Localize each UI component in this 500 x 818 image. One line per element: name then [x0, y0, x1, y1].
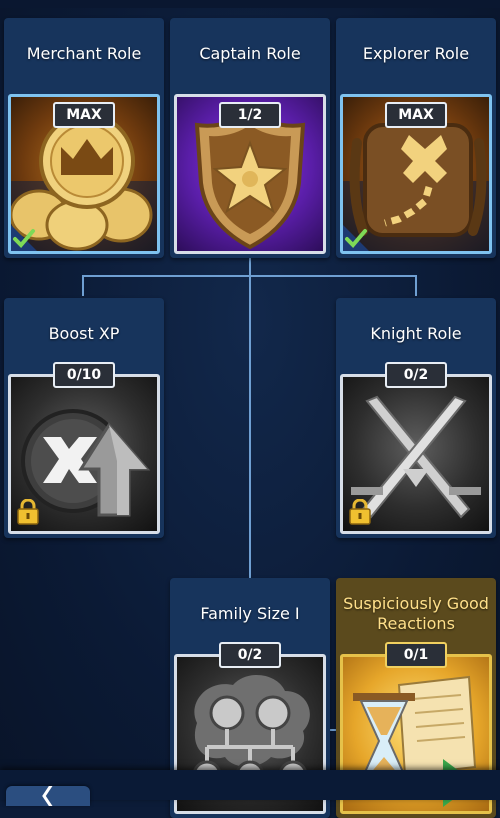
skill-title-boost-xp: Boost XP [48, 324, 120, 343]
progress-badge-knight: 0/2 [385, 362, 447, 388]
progress-badge-suspiciously-good-reactions: 0/1 [385, 642, 447, 668]
completed-check-icon [11, 225, 37, 251]
skill-title-family-size: Family Size I [200, 604, 300, 623]
completed-check-icon [343, 225, 369, 251]
progress-badge-family-size: 0/2 [219, 642, 281, 668]
skill-card-knight[interactable]: Knight Role 0/2 [336, 298, 496, 538]
skill-card-boost-xp[interactable]: Boost XP 0/10 [4, 298, 164, 538]
skill-title-merchant: Merchant Role [26, 44, 142, 63]
lock-icon [349, 499, 371, 525]
progress-badge-boost-xp: 0/10 [53, 362, 115, 388]
skill-frame-knight [340, 374, 492, 534]
back-button[interactable] [6, 783, 90, 809]
skill-card-merchant[interactable]: Merchant Role MAX [4, 18, 164, 258]
skill-title-knight: Knight Role [370, 324, 462, 343]
back-arrow-icon [42, 783, 54, 809]
skill-title-suspiciously-good-reactions: Suspiciously Good Reactions [343, 594, 489, 633]
skill-card-explorer[interactable]: Explorer Role MAX [336, 18, 496, 258]
skill-title-explorer: Explorer Role [362, 44, 470, 63]
progress-badge-explorer: MAX [385, 102, 447, 128]
skill-title-captain: Captain Role [199, 44, 301, 63]
skill-frame-boost-xp [8, 374, 160, 534]
top-strip [0, 0, 500, 8]
progress-badge-merchant: MAX [53, 102, 115, 128]
lock-icon [17, 499, 39, 525]
progress-badge-captain: 1/2 [219, 102, 281, 128]
skill-card-captain[interactable]: Captain Role 1/2 [170, 18, 330, 258]
